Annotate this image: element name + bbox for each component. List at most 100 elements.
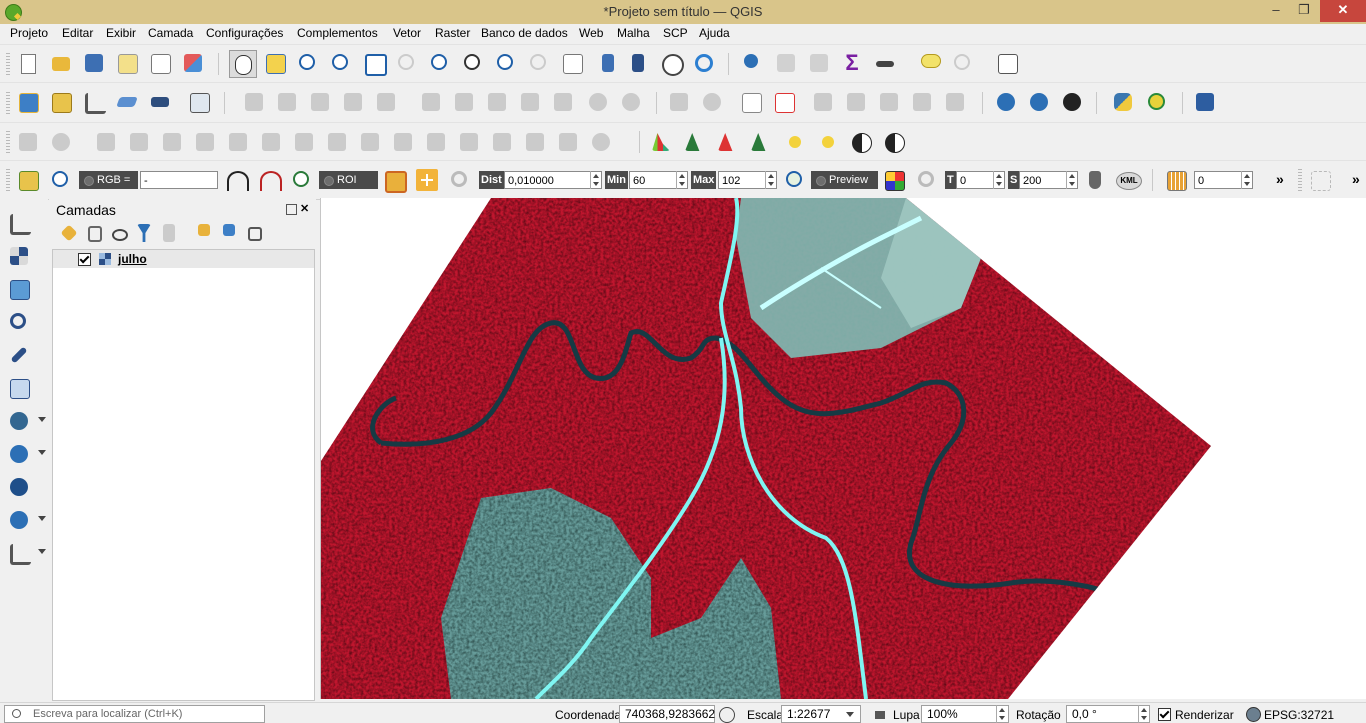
add-delimited-text-layer-icon[interactable] xyxy=(8,311,30,333)
coordinate-field[interactable]: 740368,9283662 xyxy=(619,705,715,723)
pan-map-icon[interactable] xyxy=(229,50,257,78)
max-spinner[interactable] xyxy=(765,171,776,189)
layer-row-julho[interactable]: julho xyxy=(53,250,314,268)
scp-main-interface-icon[interactable] xyxy=(17,169,39,191)
toolbar-grip[interactable] xyxy=(6,53,10,75)
zoom-last-icon[interactable] xyxy=(495,52,517,74)
new-shapefile-layer-icon[interactable] xyxy=(83,91,106,114)
rgb-composite-label[interactable]: RGB = xyxy=(79,171,138,189)
delete-selected-icon[interactable] xyxy=(453,91,475,113)
identify-features-icon[interactable] xyxy=(742,52,764,74)
chevron-down-icon[interactable] xyxy=(38,516,46,521)
delete-ring-icon[interactable] xyxy=(293,131,315,153)
create-roi-icon[interactable] xyxy=(383,169,407,193)
create-preview-icon[interactable] xyxy=(883,169,905,191)
add-circular-string-icon[interactable] xyxy=(50,131,72,153)
undo-icon[interactable] xyxy=(587,91,609,113)
highlight-pinned-labels-icon[interactable] xyxy=(740,91,762,113)
vertex-tool-icon[interactable] xyxy=(375,91,397,113)
new-print-layout-icon[interactable] xyxy=(116,52,138,74)
local-std-dev-stretch-icon[interactable] xyxy=(258,169,282,191)
new-project-icon[interactable] xyxy=(17,52,39,74)
layout-manager-icon[interactable] xyxy=(149,52,171,74)
increase-contrast-icon[interactable] xyxy=(850,131,872,153)
menu-camada[interactable]: Camada xyxy=(148,26,193,40)
lock-icon[interactable] xyxy=(875,711,885,719)
select-by-area-icon[interactable] xyxy=(1309,169,1331,191)
add-roi-point-icon[interactable] xyxy=(416,169,438,191)
copy-features-icon[interactable] xyxy=(519,91,541,113)
zoom-out-icon[interactable] xyxy=(330,52,352,74)
float-panel-icon[interactable] xyxy=(286,204,297,215)
filter-by-expression-icon[interactable] xyxy=(158,222,180,244)
menu-vetor[interactable]: Vetor xyxy=(393,26,421,40)
measure-line-icon[interactable] xyxy=(874,52,896,74)
new-temporary-layer-icon[interactable] xyxy=(116,91,138,113)
toolbar-grip[interactable] xyxy=(6,131,10,153)
minimize-button[interactable]: – xyxy=(1262,0,1290,22)
zoom-next-icon[interactable] xyxy=(528,52,550,74)
menu-complementos[interactable]: Complementos xyxy=(297,26,378,40)
menu-configuracoes[interactable]: Configurações xyxy=(206,26,283,40)
band-set-icon[interactable] xyxy=(1165,169,1187,191)
text-annotation-icon[interactable] xyxy=(996,52,1018,74)
add-vector-layer-icon[interactable] xyxy=(8,212,31,235)
remove-layer-icon[interactable] xyxy=(243,222,265,244)
new-geopackage-layer-icon[interactable] xyxy=(50,91,72,113)
rotate-feature-icon[interactable] xyxy=(128,131,150,153)
toolbar-grip[interactable] xyxy=(1298,169,1302,191)
toggle-editing-icon[interactable] xyxy=(276,91,298,113)
zoom-to-roi-icon[interactable] xyxy=(291,169,313,191)
simplify-feature-icon[interactable] xyxy=(161,131,183,153)
toolbar-grip[interactable] xyxy=(6,169,10,191)
band-set-spinner[interactable] xyxy=(1241,171,1252,189)
add-virtual-layer-icon[interactable] xyxy=(8,542,31,565)
delete-part-icon[interactable] xyxy=(326,131,348,153)
min-spinner[interactable] xyxy=(676,171,687,189)
map-tips-icon[interactable] xyxy=(919,52,941,74)
dist-spinner[interactable] xyxy=(590,171,601,189)
change-label-icon[interactable] xyxy=(944,91,966,113)
layer-labeling-icon[interactable] xyxy=(701,91,723,113)
menu-editar[interactable]: Editar xyxy=(62,26,93,40)
add-raster-layer-icon[interactable] xyxy=(8,245,30,267)
modify-attributes-icon[interactable] xyxy=(420,91,442,113)
redo-roi-icon[interactable] xyxy=(449,169,471,191)
menu-exibir[interactable]: Exibir xyxy=(106,26,136,40)
field-calculator-icon[interactable] xyxy=(808,52,830,74)
stretch-canvas-icon[interactable] xyxy=(749,131,771,153)
zoom-native-resolution-icon[interactable] xyxy=(462,52,484,74)
pin-labels-icon[interactable] xyxy=(812,91,834,113)
scp-zoom-input-image-icon[interactable] xyxy=(50,169,72,191)
add-xyz-layer-icon[interactable] xyxy=(8,476,30,498)
label-toolbar-icon[interactable] xyxy=(668,91,690,113)
t-spinner[interactable] xyxy=(993,171,1004,189)
menu-projeto[interactable]: Projeto xyxy=(10,26,48,40)
expand-all-icon[interactable] xyxy=(193,222,215,244)
rotate-point-symbols-icon[interactable] xyxy=(557,131,579,153)
redo-preview-icon[interactable] xyxy=(916,169,938,191)
add-wcs-layer-icon[interactable] xyxy=(1061,91,1083,113)
decrease-brightness-icon[interactable] xyxy=(817,131,839,153)
open-layer-styling-icon[interactable] xyxy=(58,222,80,244)
add-wfs-layer-icon[interactable] xyxy=(1028,91,1050,113)
plugin-reloader-icon[interactable] xyxy=(1146,91,1168,113)
add-spatialite-layer-icon[interactable] xyxy=(8,377,30,399)
add-part-icon[interactable] xyxy=(227,131,249,153)
select-features-icon[interactable] xyxy=(952,52,974,74)
add-ring-icon[interactable] xyxy=(194,131,216,153)
rotate-label-icon[interactable] xyxy=(911,91,933,113)
offset-point-symbols-icon[interactable] xyxy=(590,131,612,153)
menu-raster[interactable]: Raster xyxy=(435,26,470,40)
fill-ring-icon[interactable] xyxy=(260,131,282,153)
pan-to-selection-icon[interactable] xyxy=(264,52,286,74)
menu-ajuda[interactable]: Ajuda xyxy=(699,26,730,40)
offset-curve-icon[interactable] xyxy=(392,131,414,153)
menu-banco-de-dados[interactable]: Banco de dados xyxy=(481,26,568,40)
cut-features-icon[interactable] xyxy=(486,91,508,113)
layer-visibility-checkbox[interactable] xyxy=(78,253,91,266)
dist-input[interactable]: 0,010000 xyxy=(504,171,602,189)
add-gpx-layer-icon[interactable] xyxy=(8,344,30,366)
split-features-icon[interactable] xyxy=(425,131,447,153)
manage-map-themes-icon[interactable] xyxy=(108,222,130,244)
